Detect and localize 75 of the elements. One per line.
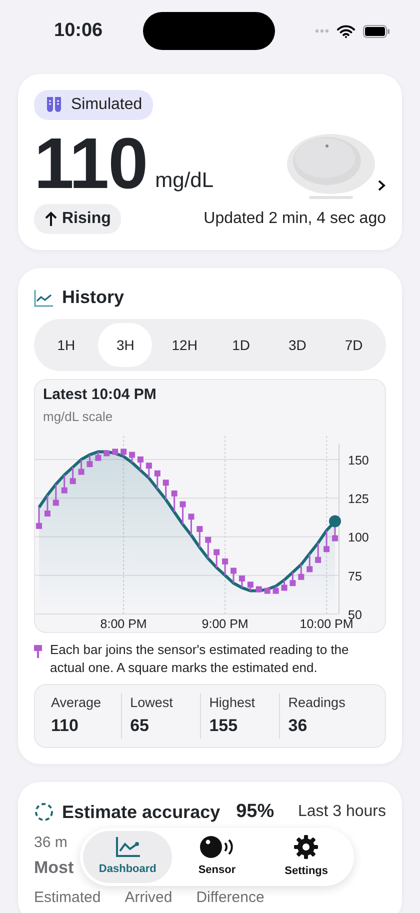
stat-value: 155: [209, 715, 239, 738]
estimate-marker: [162, 480, 169, 486]
accuracy-percent: 95%: [236, 800, 274, 824]
period-label: Last 3 hours: [298, 802, 386, 822]
range-tab[interactable]: 1D: [212, 323, 270, 367]
latest-time: Latest 10:04 PM: [43, 385, 158, 405]
stat-label: Lowest: [130, 694, 174, 712]
badge-label: Simulated: [71, 95, 142, 115]
scale-label: mg/dL scale: [43, 408, 114, 426]
axis-label: 75: [348, 569, 362, 584]
summary-text: 36 m: [34, 834, 68, 852]
sensor-signal-icon: [200, 835, 234, 860]
glucose-unit: mg/dL: [155, 168, 214, 194]
estimate-marker: [180, 501, 186, 508]
line-chart-icon: [34, 288, 54, 306]
column-header: Estimated: [34, 888, 101, 907]
chevron-right-icon[interactable]: [377, 179, 386, 192]
range-tab[interactable]: 12H: [156, 323, 213, 367]
estimate-marker: [214, 549, 220, 556]
axis-label: 100: [348, 530, 369, 545]
stat-value: 65: [130, 715, 150, 738]
battery-icon: [362, 24, 390, 38]
latest-point: [329, 515, 341, 528]
tab-item[interactable]: Settings: [262, 831, 351, 883]
estimate-marker: [120, 448, 127, 455]
tab-item[interactable]: Sensor: [172, 831, 262, 883]
range-tab[interactable]: 1H: [38, 323, 94, 367]
legend-text: Each bar joins the sensor's estimated reading to the actual one. A square marks the estimated end.: [50, 641, 350, 676]
estimate-marker: [306, 566, 313, 572]
stat-value: 36: [288, 715, 308, 738]
column-header: Arrived: [124, 888, 172, 907]
estimate-marker: [137, 456, 144, 462]
axis-label: 125: [348, 492, 369, 506]
trend-label: Rising: [62, 209, 111, 229]
axis-label: 9:00 PM: [202, 617, 248, 631]
estimate-marker: [129, 452, 136, 458]
dashed-circle-icon: [34, 802, 54, 822]
range-tab[interactable]: 3H: [98, 323, 152, 367]
estimate-marker: [256, 586, 262, 592]
estimate-marker: [146, 462, 152, 469]
estimate-marker: [324, 546, 330, 552]
settings-icon: [293, 834, 320, 860]
column-header: Difference: [196, 888, 264, 907]
wifi-icon: [336, 24, 355, 38]
estimate-marker: [36, 522, 42, 529]
section-title: Estimate accuracy: [62, 800, 220, 824]
estimate-marker: [171, 490, 178, 496]
estimate-marker: [196, 526, 203, 532]
stat-label: Highest: [209, 694, 256, 712]
estimate-marker: [112, 448, 118, 455]
estimate-marker: [230, 568, 237, 574]
test-tubes-icon: [45, 96, 63, 114]
bar-legend-icon: [34, 645, 42, 658]
range-tab[interactable]: 7D: [326, 323, 382, 367]
axis-label: 8:00 PM: [100, 617, 147, 631]
subsection-title: Most: [34, 858, 74, 879]
line-chart-icon: [114, 836, 141, 858]
estimate-marker: [86, 461, 93, 468]
signal-dots-icon: [314, 29, 329, 33]
estimate-marker: [247, 582, 254, 588]
arrow-up-icon: [44, 211, 58, 227]
clock-time: 10:06: [54, 18, 103, 43]
estimate-marker: [222, 558, 228, 564]
stat-value: 110: [51, 715, 80, 738]
range-tab[interactable]: 3D: [269, 323, 326, 367]
stat-label: Average: [51, 694, 102, 712]
estimate-marker: [290, 580, 296, 586]
tab-item[interactable]: Dashboard: [83, 831, 172, 883]
updated-time: Updated 2 min, 4 sec ago: [204, 209, 386, 229]
section-title: History: [62, 286, 124, 309]
estimate-marker: [154, 470, 160, 476]
estimate-marker: [188, 514, 194, 520]
axis-label: 150: [348, 453, 369, 468]
glucose-value: 110: [34, 128, 148, 200]
stat-label: Readings: [288, 694, 346, 712]
